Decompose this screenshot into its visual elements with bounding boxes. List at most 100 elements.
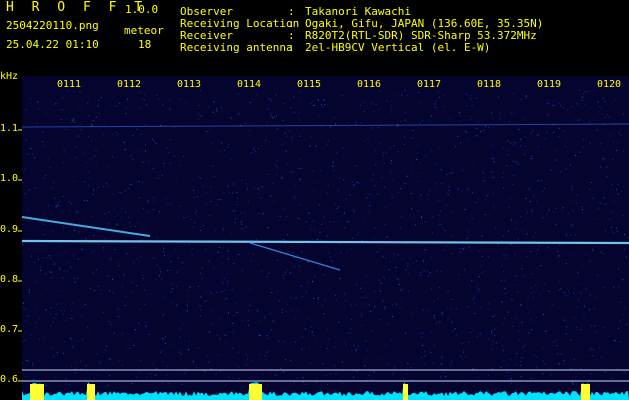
noise-pixel — [299, 158, 301, 160]
noise-pixel — [352, 209, 354, 211]
noise-pixel — [293, 266, 295, 268]
noise-pixel — [271, 292, 273, 294]
noise-pixel — [254, 186, 256, 188]
noise-pixel — [381, 177, 383, 179]
noise-pixel — [623, 113, 624, 115]
noise-pixel — [580, 367, 582, 369]
noise-pixel — [354, 212, 356, 213]
noise-pixel — [297, 217, 299, 219]
y-tick-1-1: 1.1 — [0, 123, 19, 134]
noise-pixel — [245, 183, 247, 185]
noise-pixel — [626, 319, 628, 321]
noise-pixel — [364, 140, 366, 142]
noise-pixel — [107, 275, 108, 277]
noise-pixel — [298, 100, 300, 102]
noise-pixel — [560, 288, 562, 290]
noise-pixel — [558, 363, 560, 365]
noise-pixel — [389, 147, 391, 149]
noise-pixel — [575, 234, 577, 236]
noise-pixel — [327, 186, 329, 188]
noise-pixel — [49, 271, 51, 273]
noise-pixel — [544, 138, 546, 140]
noise-pixel — [22, 341, 24, 342]
noise-pixel — [123, 274, 125, 276]
noise-pixel — [606, 166, 608, 168]
noise-pixel — [375, 103, 377, 105]
noise-pixel — [478, 288, 480, 290]
noise-pixel — [600, 250, 602, 252]
noise-pixel — [112, 133, 114, 135]
noise-pixel — [519, 215, 521, 217]
noise-pixel — [333, 117, 335, 119]
noise-pixel — [571, 188, 573, 190]
noise-pixel — [302, 181, 304, 183]
noise-pixel — [253, 253, 255, 255]
noise-pixel — [359, 265, 361, 267]
noise-pixel — [612, 231, 614, 233]
noise-pixel — [521, 268, 523, 270]
noise-pixel — [565, 263, 567, 265]
noise-pixel — [91, 272, 93, 274]
noise-pixel — [236, 312, 238, 313]
info-value-antenna: 2el-HB9CV Vertical (el. E-W) — [305, 41, 491, 54]
noise-pixel — [420, 332, 422, 334]
y-tick-0-9: 0.9 — [0, 224, 19, 235]
noise-pixel — [370, 310, 372, 312]
noise-pixel — [542, 217, 544, 219]
noise-pixel — [322, 305, 324, 306]
noise-pixel — [438, 286, 440, 288]
noise-pixel — [484, 180, 486, 181]
noise-pixel — [97, 375, 99, 377]
noise-pixel — [337, 220, 339, 222]
noise-pixel — [159, 170, 161, 172]
noise-pixel — [147, 160, 149, 162]
noise-pixel — [47, 158, 49, 160]
noise-pixel — [469, 190, 471, 192]
noise-pixel — [200, 177, 202, 179]
noise-pixel — [53, 317, 55, 319]
noise-pixel — [215, 373, 217, 375]
noise-pixel — [210, 291, 211, 293]
noise-pixel — [232, 331, 234, 333]
noise-pixel — [52, 182, 54, 184]
noise-pixel — [206, 292, 208, 293]
noise-pixel — [289, 297, 291, 299]
noise-pixel — [399, 225, 401, 227]
noise-pixel — [292, 139, 294, 141]
noise-pixel — [237, 351, 239, 353]
noise-pixel — [442, 313, 443, 315]
noise-pixel — [598, 347, 600, 349]
noise-pixel — [199, 305, 201, 307]
noise-pixel — [127, 98, 129, 100]
noise-pixel — [136, 128, 138, 130]
noise-pixel — [474, 313, 476, 314]
noise-pixel — [109, 259, 111, 261]
noise-pixel — [93, 189, 94, 191]
noise-pixel — [161, 278, 162, 280]
noise-pixel — [374, 290, 376, 292]
noise-pixel — [531, 273, 533, 275]
noise-pixel — [343, 179, 345, 181]
noise-pixel — [200, 272, 202, 274]
noise-pixel — [390, 172, 392, 173]
noise-pixel — [559, 289, 561, 291]
noise-pixel — [125, 295, 127, 297]
noise-pixel — [525, 145, 527, 147]
noise-pixel — [367, 137, 369, 139]
noise-pixel — [548, 114, 550, 116]
noise-pixel — [173, 156, 175, 157]
noise-pixel — [50, 214, 52, 216]
noise-pixel — [412, 137, 413, 139]
noise-pixel — [555, 340, 557, 342]
noise-pixel — [587, 90, 589, 92]
noise-pixel — [412, 130, 414, 132]
noise-pixel — [583, 317, 585, 319]
noise-pixel — [210, 201, 212, 202]
noise-pixel — [540, 265, 542, 267]
y-tick-1-0: 1.0 — [0, 173, 19, 184]
noise-pixel — [317, 98, 319, 100]
noise-pixel — [230, 159, 232, 161]
noise-pixel — [506, 165, 508, 166]
noise-pixel — [507, 140, 509, 142]
noise-pixel — [158, 98, 160, 100]
